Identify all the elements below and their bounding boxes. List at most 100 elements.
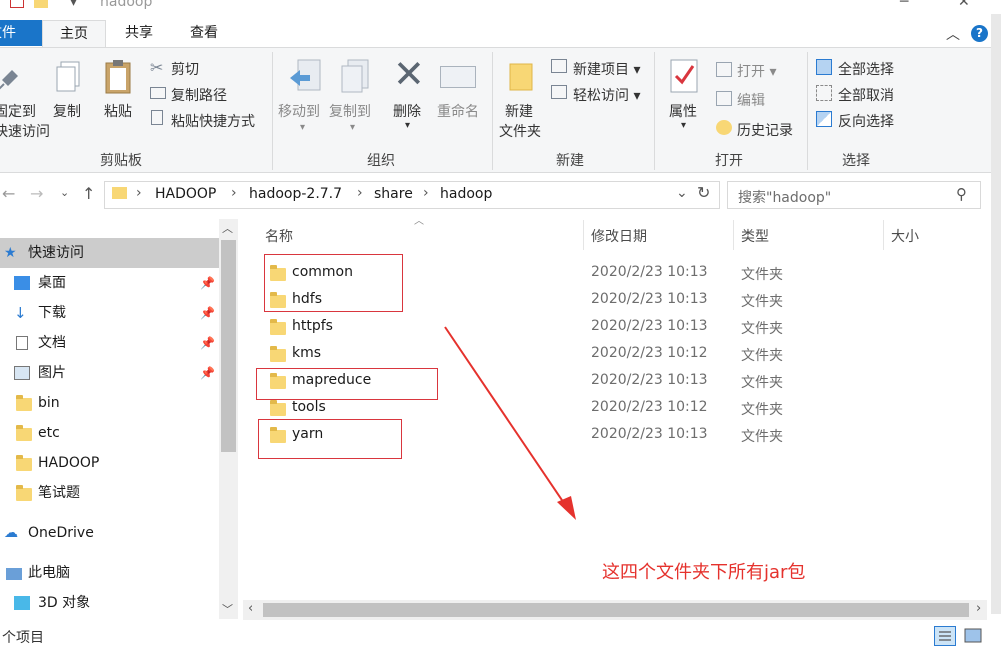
file-date: 2020/2/23 10:12 [591, 399, 708, 415]
cut-button[interactable]: 剪切 [171, 59, 199, 79]
large-icons-view-icon[interactable] [962, 626, 984, 646]
column-divider[interactable] [883, 220, 884, 250]
easy-access-button[interactable]: 轻松访问 ▾ [573, 85, 640, 105]
help-icon[interactable]: ? [971, 25, 988, 42]
tab-home[interactable]: 主页 [42, 20, 106, 48]
close-icon[interactable]: ✕ [958, 0, 970, 10]
history-button[interactable]: 历史记录 [737, 120, 793, 140]
scroll-left-icon[interactable]: ‹ [248, 601, 253, 616]
nav-item-exam[interactable]: 笔试题 [0, 478, 220, 508]
recent-locations-icon[interactable]: ⌄ [60, 186, 69, 199]
new-folder-button[interactable]: 新建 文件夹 [499, 101, 541, 141]
delete-button[interactable]: 删除 [393, 101, 421, 121]
nav-3d-objects[interactable]: 3D 对象 [0, 588, 220, 616]
invert-selection-button[interactable]: 反向选择 [838, 111, 894, 131]
dropdown-icon[interactable]: ▾ [70, 0, 77, 10]
star-icon: ★ [4, 245, 17, 261]
search-icon[interactable]: ⚲ [956, 185, 967, 203]
copy-to-chevron-icon[interactable]: ▾ [350, 122, 355, 133]
up-arrow-icon[interactable]: ↑ [82, 184, 95, 203]
table-row[interactable]: kms 2020/2/23 10:12 文件夹 [260, 343, 960, 369]
select-all-icon [816, 59, 832, 75]
nav-quick-access[interactable]: ★ 快速访问 [0, 238, 220, 268]
scroll-up-icon[interactable]: ︿ [222, 220, 233, 236]
file-type: 文件夹 [741, 267, 783, 283]
collapse-ribbon-icon[interactable]: ︿ [946, 24, 960, 44]
ribbon-divider [654, 52, 655, 170]
pin-icon[interactable]: 📌 [200, 268, 215, 298]
breadcrumb-chevron-icon[interactable]: › [357, 185, 363, 201]
open-button[interactable]: 打开 ▾ [737, 61, 776, 81]
tab-view[interactable]: 查看 [178, 20, 230, 48]
column-divider[interactable] [733, 220, 734, 250]
nav-item-downloads[interactable]: ↓ 下载 📌 [0, 298, 220, 328]
scroll-right-icon[interactable]: › [976, 601, 981, 616]
folder-icon [270, 319, 286, 335]
folder-icon [16, 425, 32, 441]
scroll-down-icon[interactable]: ﹀ [222, 601, 233, 617]
properties-chevron-icon[interactable]: ▾ [681, 120, 686, 131]
breadcrumb-hadoop-version[interactable]: hadoop-2.7.7 [249, 186, 342, 202]
copy-to-button[interactable]: 复制到 [329, 101, 371, 121]
edit-icon [716, 91, 732, 106]
paste-shortcut-button[interactable]: 粘贴快捷方式 [171, 111, 255, 131]
nav-item-documents[interactable]: 文档 📌 [0, 328, 220, 358]
forward-arrow-icon[interactable]: → [30, 184, 43, 203]
breadcrumb-chevron-icon[interactable]: › [423, 185, 429, 201]
rename-button[interactable]: 重命名 [437, 101, 479, 121]
properties-button[interactable]: 属性 [669, 101, 697, 121]
table-row[interactable]: httpfs 2020/2/23 10:13 文件夹 [260, 316, 960, 342]
column-divider[interactable] [583, 220, 584, 250]
move-to-chevron-icon[interactable]: ▾ [300, 122, 305, 133]
copy-path-button[interactable]: 复制路径 [171, 85, 227, 105]
paste-button[interactable]: 粘贴 [104, 101, 132, 121]
breadcrumb-chevron-icon[interactable]: › [136, 185, 142, 201]
pin-icon[interactable]: 📌 [200, 328, 215, 358]
file-name[interactable]: kms [292, 345, 321, 361]
rename-icon [440, 66, 476, 88]
pin-icon[interactable]: 📌 [200, 298, 215, 328]
group-label-open: 打开 [715, 153, 743, 169]
nav-scrollbar-thumb[interactable] [221, 240, 236, 452]
edit-button[interactable]: 编辑 [737, 90, 765, 110]
nav-item-hadoop[interactable]: HADOOP [0, 448, 220, 478]
breadcrumb-share[interactable]: share [374, 186, 413, 202]
details-view-icon[interactable] [934, 626, 956, 646]
breadcrumb-current[interactable]: hadoop [440, 186, 492, 202]
file-name[interactable]: tools [292, 399, 326, 415]
column-header-name[interactable]: 名称 [265, 226, 293, 246]
address-dropdown-icon[interactable]: ⌄ [676, 185, 688, 201]
select-all-button[interactable]: 全部选择 [838, 59, 894, 79]
copy-button[interactable]: 复制 [53, 101, 81, 121]
tab-file[interactable]: 文件 [0, 20, 42, 46]
nav-this-pc[interactable]: 此电脑 [0, 558, 220, 588]
column-header-size[interactable]: 大小 [891, 226, 919, 246]
nav-onedrive[interactable]: ☁ OneDrive [0, 518, 220, 548]
folder-icon [270, 346, 286, 362]
file-type: 文件夹 [741, 375, 783, 391]
select-none-button[interactable]: 全部取消 [838, 85, 894, 105]
pin-icon[interactable]: 📌 [200, 358, 215, 388]
tab-share[interactable]: 共享 [113, 20, 165, 48]
back-arrow-icon[interactable]: ← [2, 184, 15, 203]
column-header-type[interactable]: 类型 [741, 226, 769, 246]
paste-icon [104, 58, 132, 94]
breadcrumb-chevron-icon[interactable]: › [231, 185, 237, 201]
nav-item-pictures[interactable]: 图片 📌 [0, 358, 220, 388]
search-input[interactable]: 搜索"hadoop" ⚲ [727, 181, 981, 209]
nav-item-etc[interactable]: etc [0, 418, 220, 448]
breadcrumb-hadoop-root[interactable]: HADOOP [155, 186, 216, 202]
pin-quick-access-button[interactable]: 固定到 快速访问 [0, 101, 50, 141]
new-item-button[interactable]: 新建项目 ▾ [573, 59, 640, 79]
properties-icon [669, 58, 699, 94]
file-date: 2020/2/23 10:13 [591, 372, 708, 388]
move-to-button[interactable]: 移动到 [278, 101, 320, 121]
delete-chevron-icon[interactable]: ▾ [405, 120, 410, 131]
horizontal-scrollbar-thumb[interactable] [263, 603, 969, 617]
refresh-icon[interactable]: ↻ [697, 183, 710, 202]
nav-item-bin[interactable]: bin [0, 388, 220, 418]
minimize-icon[interactable]: ─ [900, 0, 908, 10]
file-name[interactable]: httpfs [292, 318, 333, 334]
nav-item-desktop[interactable]: 桌面 📌 [0, 268, 220, 298]
column-header-date[interactable]: 修改日期 [591, 226, 647, 246]
